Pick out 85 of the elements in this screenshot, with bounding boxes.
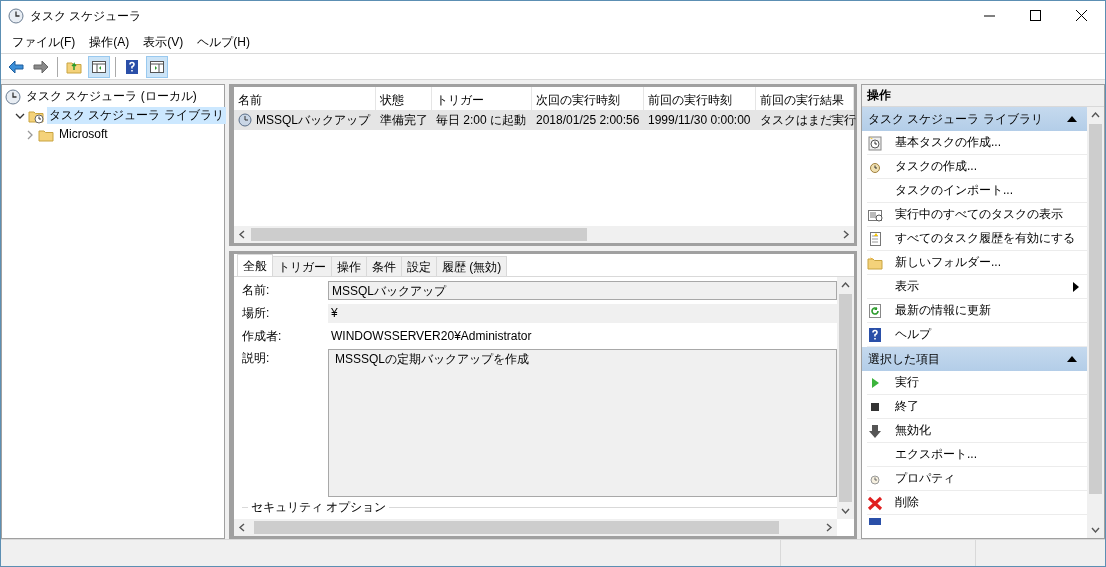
scrollbar-thumb[interactable] [251,228,587,241]
action-item[interactable]: 削除 [867,491,1087,515]
tab[interactable]: 全般 [237,254,273,277]
action-label: 終了 [895,399,919,414]
clock-icon [8,8,24,24]
menu-item[interactable]: 表示(V) [136,34,191,50]
action-item[interactable]: 表示 [867,275,1087,299]
action-item[interactable]: 新しいフォルダー... [867,251,1087,275]
menu-item[interactable]: 操作(A) [82,34,137,50]
clock-icon [238,113,252,127]
clock-icon [867,134,883,151]
action-label: 実行 [895,375,919,390]
action-label: タスクの作成... [895,159,977,174]
group-label: セキュリティ オプション [251,500,387,515]
action-label: ヘルプ [895,327,931,342]
scrollbar-thumb[interactable] [839,294,852,502]
action-label: 新しいフォルダー... [895,255,1001,270]
forward-icon [33,58,49,75]
collapsed-caret-icon[interactable] [25,129,35,140]
action-item[interactable]: 実行中のすべてのタスクの表示 [867,203,1087,227]
table-cell: タスクはまだ実行 [760,113,856,127]
pane-toggle-button[interactable] [88,55,110,78]
document-icon [867,230,883,247]
refresh-icon [867,302,883,319]
description-field[interactable]: MSSSQLの定期バックアップを作成 [328,349,837,498]
delete-icon [867,494,883,511]
action-item[interactable]: 基本タスクの作成... [867,131,1087,155]
section-header[interactable]: 選択した項目 [862,347,1087,371]
table-cell: 準備完了 [380,113,428,127]
pane-title: 操作 [862,85,1104,107]
tab[interactable]: 条件 [366,256,402,277]
location-value: ¥ [328,304,837,323]
back-icon [8,58,24,75]
menu-item[interactable]: ヘルプ(H) [190,34,257,50]
tab[interactable]: 設定 [401,256,437,277]
action-label: 最新の情報に更新 [895,303,991,318]
action-label: すべてのタスク履歴を有効にする [895,231,1075,246]
action-label: タスクのインポート... [895,183,1013,198]
tab[interactable]: 履歴 (無効) [436,256,508,277]
field-label: 作成者: [242,327,283,345]
name-field[interactable]: MSSQLバックアップ [328,281,837,301]
table-cell-text: MSSQLバックアップ [256,113,370,129]
table-cell: 2018/01/25 2:00:56 [536,113,640,127]
section-header[interactable]: タスク スケジューラ ライブラリ [862,107,1087,131]
down-arrow-icon [867,422,883,439]
action-pane-icon [149,58,165,75]
tab[interactable]: 操作 [331,256,367,277]
action-pane-button[interactable] [146,55,168,78]
collapse-arrow-icon[interactable] [1067,116,1077,122]
submenu-arrow-icon [1073,281,1079,292]
action-label: エクスポート... [895,447,977,462]
action-item[interactable]: 最新の情報に更新 [867,299,1087,323]
action-label: 基本タスクの作成... [895,135,1001,150]
tree-item[interactable]: タスク スケジューラ (ローカル) [24,88,199,105]
task-row[interactable]: MSSQLバックアップ 準備完了 毎日 2:00 に起動 2018/01/25 2:00:56 1999/11/30 0:00:00 タスクはまだ実行 [234,110,854,130]
action-item[interactable]: 終了 [867,395,1087,419]
action-item[interactable]: 無効化 [867,419,1087,443]
action-label: 削除 [895,495,919,510]
section-title: 選択した項目 [868,351,940,367]
action-label: プロパティ [895,471,955,486]
author-value: WINDOWSSERVER20¥Administrator [330,327,533,345]
action-item[interactable]: プロパティ [867,467,1087,491]
table-cell: 1999/11/30 0:00:00 [648,113,751,127]
field-label: 説明: [242,350,271,368]
collapse-arrow-icon[interactable] [1067,356,1077,362]
pane-toggle-icon [91,58,107,75]
tab[interactable]: トリガー [272,256,332,277]
menu-item[interactable]: ファイル(F) [5,34,83,50]
action-label: 実行中のすべてのタスクの表示 [895,207,1063,222]
section-title: タスク スケジューラ ライブラリ [868,111,1043,127]
action-label: 無効化 [895,423,931,438]
action-item[interactable]: すべてのタスク履歴を有効にする [867,227,1087,251]
folder-icon [867,254,883,271]
action-item[interactable]: タスクの作成... [867,155,1087,179]
scrollbar-thumb[interactable] [1089,124,1102,494]
window-title: タスク スケジューラ [30,8,142,24]
clock-icon [5,88,21,105]
field-label: 名前: [242,282,271,300]
action-item[interactable]: 実行 [867,371,1087,395]
tree-item[interactable]: Microsoft [57,126,110,143]
tree-item[interactable]: タスク スケジューラ ライブラリ [47,107,226,124]
field-label: 場所: [242,305,271,323]
scrollbar-thumb[interactable] [254,521,779,534]
action-label: 表示 [895,279,919,294]
table-cell: 毎日 2:00 に起動 [436,113,527,127]
